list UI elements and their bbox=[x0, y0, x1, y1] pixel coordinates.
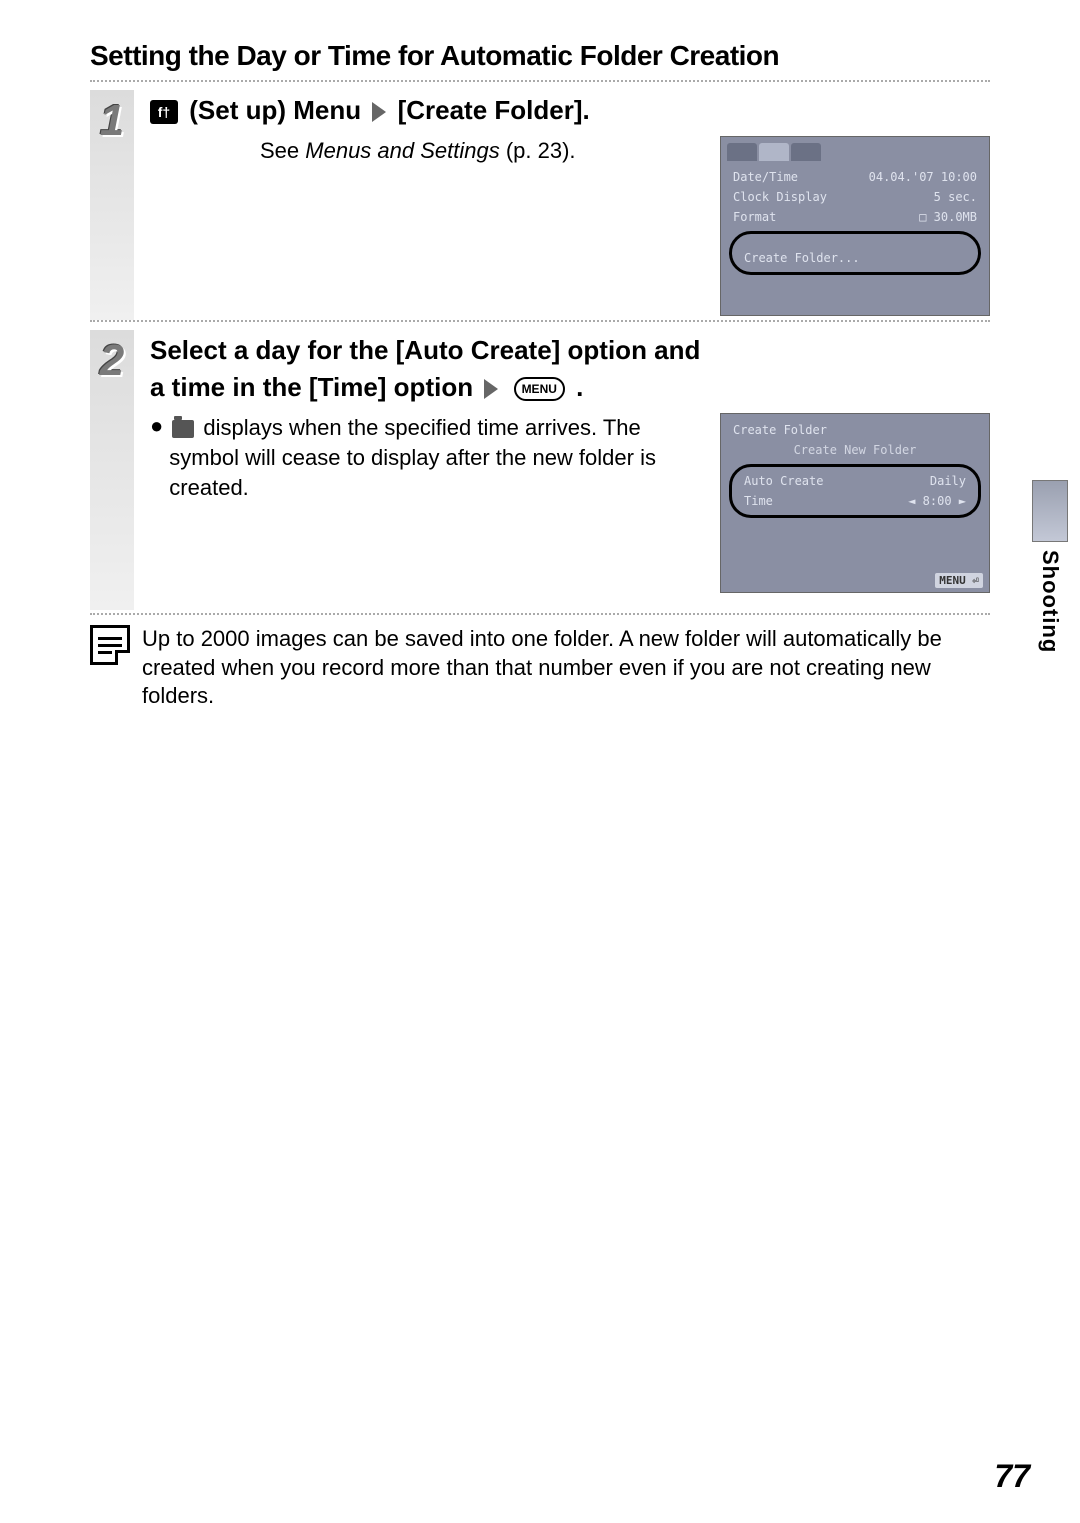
ss-row: Clock Display 5 sec. bbox=[727, 187, 983, 207]
menu-button-icon: MENU bbox=[514, 377, 565, 402]
step-number-1: 1 bbox=[100, 96, 124, 146]
ss-row: Create New Folder bbox=[727, 440, 983, 460]
note-memo-icon bbox=[90, 625, 130, 665]
ss-title-row: Create Folder bbox=[727, 420, 983, 440]
ss-row: Date/Time 04.04.'07 10:00 bbox=[727, 167, 983, 187]
screenshot-setup-menu: Date/Time 04.04.'07 10:00 Clock Display … bbox=[720, 136, 990, 316]
step1-heading-suffix: [Create Folder]. bbox=[398, 95, 590, 125]
page-title: Setting the Day or Time for Automatic Fo… bbox=[90, 40, 990, 72]
ss-row: Time ◄ 8:00 ► bbox=[738, 491, 972, 511]
step1-subtext-italic: Menus and Settings bbox=[305, 138, 499, 163]
step1-subtext-suffix: (p. 23). bbox=[500, 138, 576, 163]
step2-bullet-text: displays when the specified time arrives… bbox=[169, 415, 656, 499]
step-2-heading: Select a day for the [Auto Create] optio… bbox=[150, 332, 990, 405]
ss-label: Time bbox=[744, 494, 773, 508]
ss-highlight-oval: Auto Create Daily Time ◄ 8:00 ► bbox=[729, 464, 981, 518]
ss-value: Daily bbox=[930, 474, 966, 488]
ss-label: Format bbox=[733, 210, 776, 224]
step-1-heading: f† (Set up) Menu [Create Folder]. bbox=[150, 92, 990, 128]
step-number-badge: 2 bbox=[90, 330, 134, 610]
side-tab-label: Shooting bbox=[1037, 550, 1063, 653]
ss-value: ◄ 8:00 ► bbox=[908, 494, 966, 508]
ss-label: Date/Time bbox=[733, 170, 798, 184]
page-number: 77 bbox=[994, 1458, 1030, 1495]
ss-tab-active bbox=[759, 143, 789, 161]
step2-heading-line1: Select a day for the [Auto Create] optio… bbox=[150, 332, 990, 368]
ss-highlight-oval: Create Folder... bbox=[729, 231, 981, 275]
step-number-2: 2 bbox=[100, 336, 124, 386]
ss-row: Auto Create Daily bbox=[738, 471, 972, 491]
screenshot-create-folder: Create Folder Create New Folder Auto Cre… bbox=[720, 413, 990, 593]
ss-highlight-text: Create Folder... bbox=[744, 251, 860, 265]
side-tab-thumb-icon bbox=[1032, 480, 1068, 542]
ss-tab bbox=[727, 143, 757, 161]
step1-subtext-prefix: See bbox=[260, 138, 305, 163]
note-block: Up to 2000 images can be saved into one … bbox=[90, 613, 990, 711]
ss-row-label: Create New Folder bbox=[794, 443, 917, 457]
arrow-right-icon bbox=[372, 102, 386, 122]
folder-indicator-icon bbox=[172, 420, 194, 438]
note-text: Up to 2000 images can be saved into one … bbox=[142, 625, 990, 711]
ss-label: Clock Display bbox=[733, 190, 827, 204]
step-1: 1 f† (Set up) Menu [Create Folder]. See … bbox=[90, 80, 990, 316]
side-tab: Shooting bbox=[1030, 480, 1070, 653]
step1-subtext: See Menus and Settings (p. 23). bbox=[260, 136, 708, 166]
ss-value: 04.04.'07 10:00 bbox=[869, 170, 977, 184]
arrow-right-icon bbox=[484, 379, 498, 399]
step2-bullet: ● displays when the specified time arriv… bbox=[150, 413, 708, 502]
ss-value: □ 30.0MB bbox=[919, 210, 977, 224]
bullet-icon: ● bbox=[150, 413, 163, 439]
setup-tools-icon: f† bbox=[150, 100, 178, 124]
step-2: 2 Select a day for the [Auto Create] opt… bbox=[90, 320, 990, 593]
ss-label: Auto Create bbox=[744, 474, 823, 488]
step-number-badge: 1 bbox=[90, 90, 134, 320]
step2-heading-line2-suffix: . bbox=[576, 372, 583, 402]
ss-row: Format □ 30.0MB bbox=[727, 207, 983, 227]
ss-row-highlighted: Create Folder... bbox=[738, 248, 972, 268]
ss-value: 5 sec. bbox=[934, 190, 977, 204]
ss-tab bbox=[791, 143, 821, 161]
step1-heading-prefix: (Set up) Menu bbox=[189, 95, 361, 125]
ss-menu-back: MENU ⏎ bbox=[935, 573, 983, 588]
ss-title: Create Folder bbox=[733, 423, 827, 437]
step2-heading-line2-prefix: a time in the [Time] option bbox=[150, 372, 473, 402]
